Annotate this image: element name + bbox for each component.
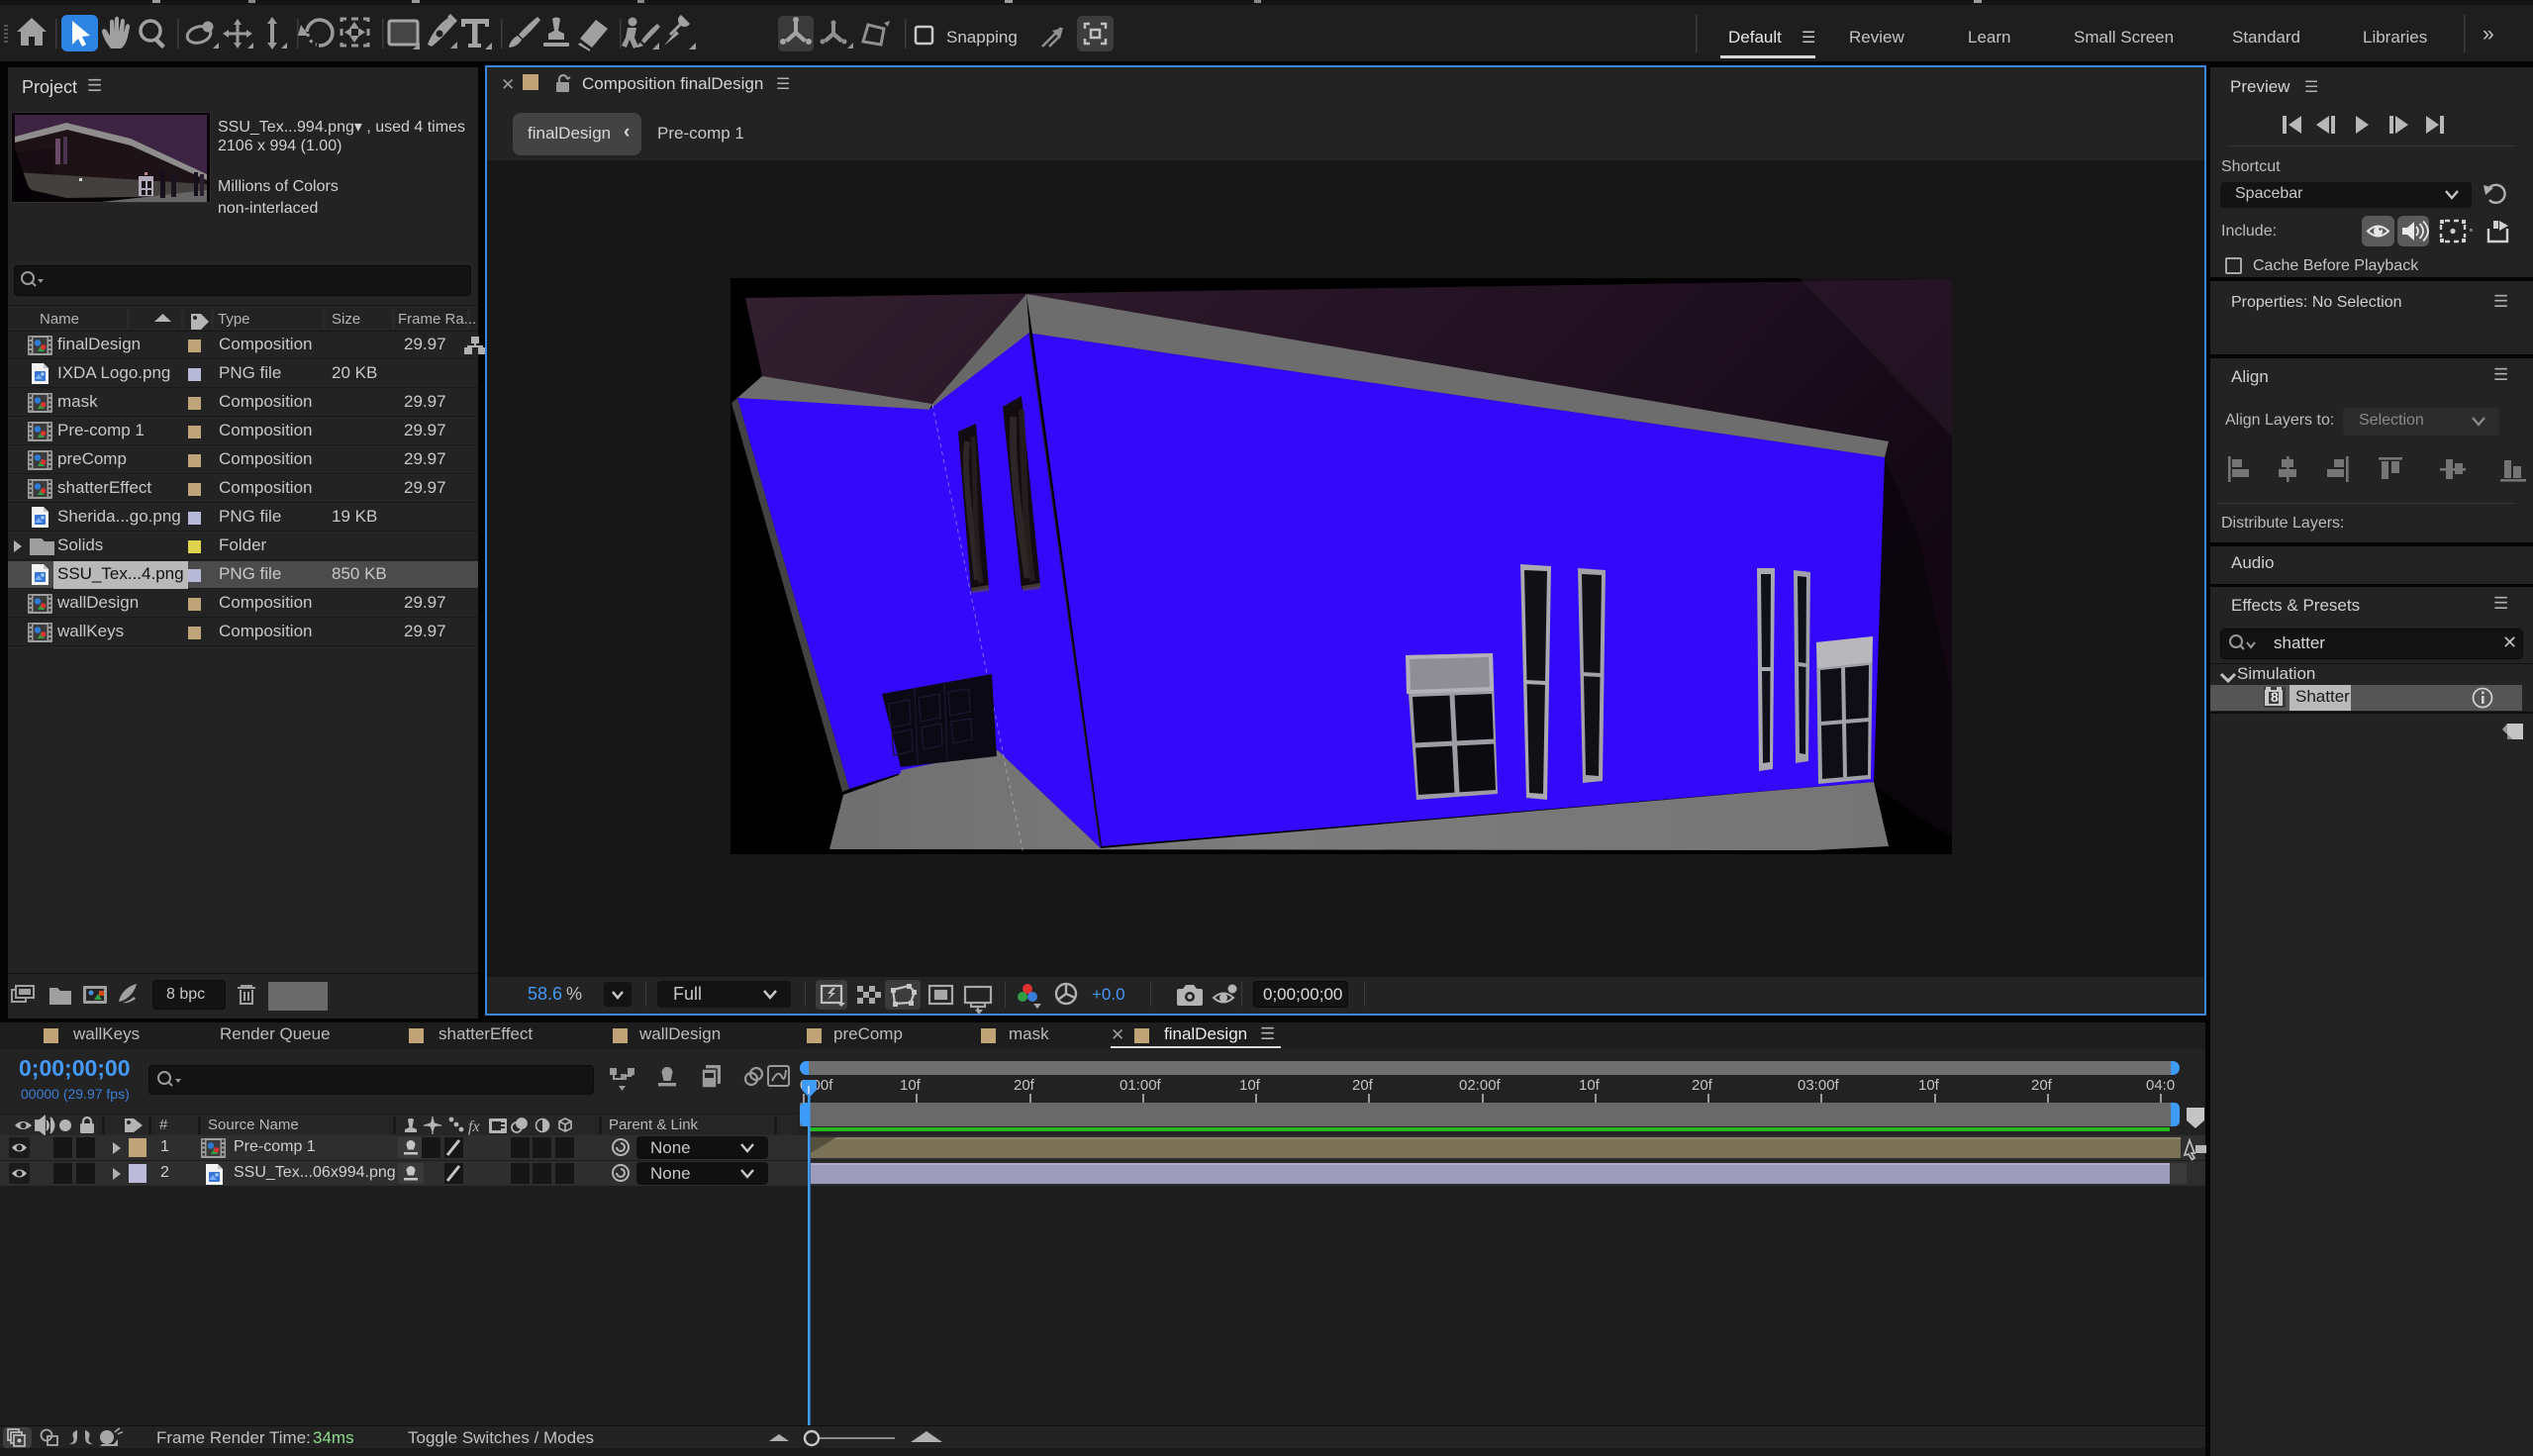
- svg-text:fx: fx: [468, 1118, 480, 1135]
